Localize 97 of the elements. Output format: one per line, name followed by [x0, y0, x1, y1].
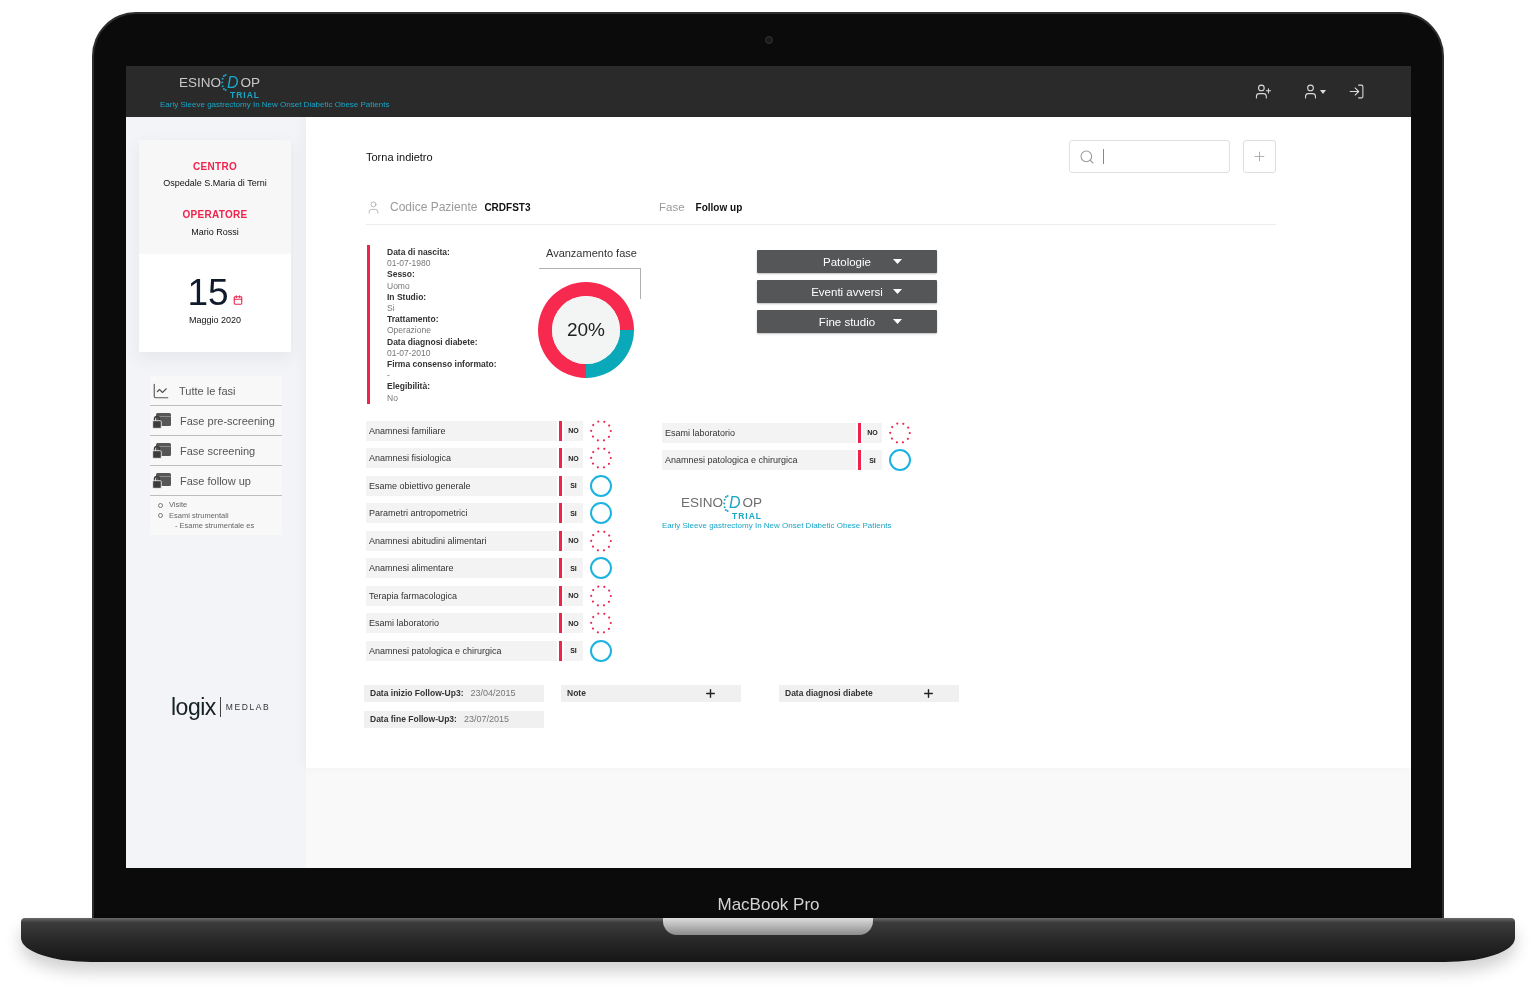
webcam-icon — [764, 36, 773, 44]
dotted-arc-icon — [221, 74, 227, 91]
back-link[interactable]: Torna indietro — [366, 150, 433, 163]
footer-logo-subtitle: MEDLAB — [225, 701, 271, 712]
caret-icon — [893, 289, 902, 294]
nav-item[interactable]: Fase follow up — [150, 466, 282, 496]
login-icon[interactable] — [1348, 83, 1365, 100]
user-icon — [366, 199, 381, 215]
line-chart-icon — [152, 381, 170, 400]
detail-value: 01-07-1980 — [387, 258, 431, 270]
detail-label: In Studio: — [387, 291, 427, 303]
logo-subtitle: TRIAL — [732, 511, 763, 521]
checklist-item: Parametri antropometrici — [366, 503, 557, 524]
caret-icon — [893, 259, 902, 264]
logo-subtitle: TRIAL — [230, 91, 261, 100]
detail-label: Elegibilità: — [387, 381, 430, 393]
plus-icon — [704, 686, 717, 700]
date-month: Maggio 2020 — [188, 315, 241, 326]
checklist-item: Anamnesi alimentare — [366, 558, 557, 579]
add-user-icon[interactable] — [1255, 83, 1272, 100]
checklist-item: Anamnesi abitudini alimentari — [366, 530, 557, 551]
checklist-item: Anamnesi fisiologica — [366, 448, 557, 469]
lock-box-icon — [152, 472, 171, 489]
date-label: Data inizio Follow-Up3: — [370, 688, 464, 699]
accent-bar — [559, 558, 562, 579]
detail-label: Trattamento: — [387, 314, 439, 326]
center-name: Ospedale S.Maria di Terni — [163, 178, 267, 189]
add-field-button[interactable]: Note — [561, 684, 741, 702]
device-label: MacBook Pro — [717, 896, 820, 914]
user-icon[interactable] — [1302, 83, 1319, 100]
dropdown-button[interactable]: Eventi avversi — [757, 280, 937, 303]
checklist-item: Esami laboratorio — [366, 613, 557, 634]
logo-text: OP — [742, 495, 763, 512]
dropdown-button[interactable]: Fine studio — [757, 310, 937, 333]
checklist-item: Esami laboratorio — [662, 422, 856, 443]
accent-bar — [559, 640, 562, 661]
operator-name: Mario Rossi — [191, 227, 239, 238]
date-value: 23/07/2015 — [463, 714, 509, 725]
accent-bar — [559, 503, 562, 524]
detail-value: Uomo — [387, 280, 410, 292]
search-icon — [1079, 148, 1095, 165]
add-field-button[interactable]: Data diagnosi diabete — [779, 684, 959, 702]
logo-tagline: Early Sleeve gastrectomy In New Onset Diabetic Obese Patients — [662, 520, 892, 530]
patient-code-label: Codice Paziente — [390, 200, 478, 214]
plus-icon — [1252, 149, 1267, 164]
date-label: Data fine Follow-Up3: — [370, 714, 457, 725]
footer-logo-text: logix — [171, 694, 216, 719]
logo-tagline: Early Sleeve gastrectomy In New Onset Diabetic Obese Patients — [160, 100, 390, 109]
caret-icon — [893, 319, 902, 324]
patient-code: CRDFST3 — [484, 201, 531, 213]
logo-text: ESINO — [681, 495, 723, 512]
checklist-item: Anamnesi familiare — [366, 420, 557, 441]
checklist-item: Esame obiettivo generale — [366, 475, 557, 496]
center-label: CENTRO — [193, 161, 237, 173]
accent-bar — [559, 613, 562, 634]
lock-box-icon — [152, 412, 171, 429]
accent-bar — [559, 448, 562, 469]
detail-label: Data diagnosi diabete: — [387, 336, 478, 348]
phase-value: Follow up — [695, 201, 743, 213]
dropdown-button[interactable]: Patologie — [757, 250, 937, 273]
detail-value: 01-07-2010 — [387, 347, 431, 360]
accent-bar — [858, 450, 861, 471]
donut-center — [552, 296, 620, 364]
logo-letter: D — [227, 74, 239, 91]
logo-text: ESINO — [179, 74, 221, 91]
nav-item[interactable]: Tutte le fasi — [150, 376, 282, 406]
accent-bar — [559, 530, 562, 551]
logo-text: OP — [240, 74, 261, 91]
checklist-item: Anamnesi patologica e chirurgica — [662, 450, 856, 471]
chart-title: Avanzamento fase — [546, 246, 638, 260]
logo-letter: D — [729, 495, 741, 512]
detail-value: - — [387, 370, 390, 382]
checklist-item: Anamnesi patologica e chirurgica — [366, 640, 557, 661]
accent-bar — [858, 422, 861, 443]
phase-label: Fase — [659, 201, 685, 213]
nav-item[interactable]: Fase pre-screening — [150, 406, 282, 436]
accent-bar — [559, 420, 562, 441]
checklist-item: Terapia farmacologica — [366, 585, 557, 606]
nav-item[interactable]: Fase screening — [150, 436, 282, 466]
accent-bar — [559, 475, 562, 496]
detail-value: Si — [387, 303, 395, 315]
detail-value: No — [387, 392, 398, 404]
plus-icon — [922, 686, 935, 700]
detail-label: Data di nascita: — [387, 247, 450, 259]
date-day: 15 — [187, 274, 229, 312]
detail-value: Operazione — [387, 325, 431, 337]
accent-bar — [559, 585, 562, 606]
detail-label: Sesso: — [387, 269, 415, 281]
detail-label: Firma consenso informato: — [387, 359, 497, 371]
calendar-icon — [232, 295, 243, 305]
search-field[interactable] — [1069, 140, 1230, 173]
dotted-arc-icon — [723, 494, 729, 512]
lock-box-icon — [152, 442, 171, 459]
operator-label: OPERATORE — [182, 209, 248, 221]
progress-reading: 20% — [567, 319, 605, 341]
caret-icon[interactable] — [1320, 89, 1326, 94]
date-value: 23/04/2015 — [470, 688, 516, 699]
